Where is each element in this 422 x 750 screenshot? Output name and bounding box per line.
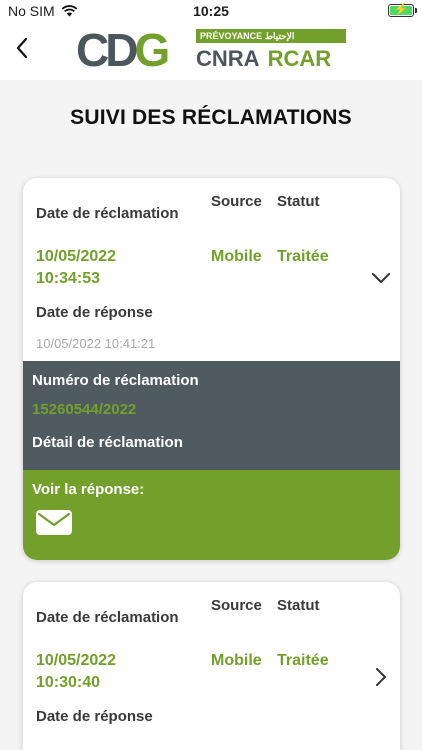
claim-source: Mobile [211, 652, 262, 669]
status-time: 10:25 [193, 3, 229, 19]
logo-rcar: RCAR [267, 46, 332, 71]
source-label: Source [211, 597, 262, 614]
mail-icon[interactable] [35, 509, 73, 536]
claim-card[interactable]: Date de réclamation Source Statut 10/05/… [23, 178, 400, 560]
chevron-right-icon[interactable] [375, 667, 387, 687]
date-label: Date de réclamation [36, 205, 179, 222]
response-date-label: Date de réponse [36, 304, 153, 321]
logo-cdg: CDG [76, 24, 170, 76]
response-date: 10/05/2022 10:41:21 [36, 336, 156, 351]
claim-card[interactable]: Date de réclamation Source Statut 10/05/… [23, 582, 400, 750]
status-label: Statut [277, 597, 320, 614]
claim-number-label: Numéro de réclamation [32, 372, 199, 389]
claim-source: Mobile [211, 248, 262, 265]
response-panel: Voir la réponse: [23, 470, 400, 560]
response-date-label: Date de réponse [36, 708, 153, 725]
claim-date: 10/05/2022 [36, 248, 117, 265]
cdg-logo: CDG PRÉVOYANCE الإحتياط CNRA RCAR [76, 24, 356, 76]
chevron-left-icon [16, 37, 28, 59]
claim-status: Traitée [277, 652, 329, 669]
logo-cnra: CNRA [196, 46, 260, 71]
logo-cnra-rcar: CNRA RCAR [196, 46, 331, 72]
date-label: Date de réclamation [36, 609, 179, 626]
app-header: CDG PRÉVOYANCE الإحتياط CNRA RCAR [0, 22, 422, 80]
battery-icon: ⚡ [388, 2, 417, 17]
status-label: Statut [277, 193, 320, 210]
back-button[interactable] [8, 30, 36, 66]
logo-prevoyance: PRÉVOYANCE الإحتياط [196, 29, 346, 43]
chevron-down-icon[interactable] [371, 272, 391, 284]
claim-number: 15260544/2022 [32, 401, 137, 418]
claim-time: 10:30:40 [36, 674, 101, 691]
claim-date: 10/05/2022 [36, 652, 117, 669]
claim-details-panel: Numéro de réclamation 15260544/2022 Déta… [23, 361, 400, 470]
source-label: Source [211, 193, 262, 210]
claim-time: 10:34:53 [36, 270, 101, 287]
status-bar: No SIM 10:25 ⚡ [0, 0, 422, 22]
page-title: SUIVI DES RÉCLAMATIONS [70, 106, 352, 129]
claim-detail-label: Détail de réclamation [32, 434, 183, 451]
see-response-label: Voir la réponse: [32, 481, 145, 498]
claim-status: Traitée [277, 248, 329, 265]
